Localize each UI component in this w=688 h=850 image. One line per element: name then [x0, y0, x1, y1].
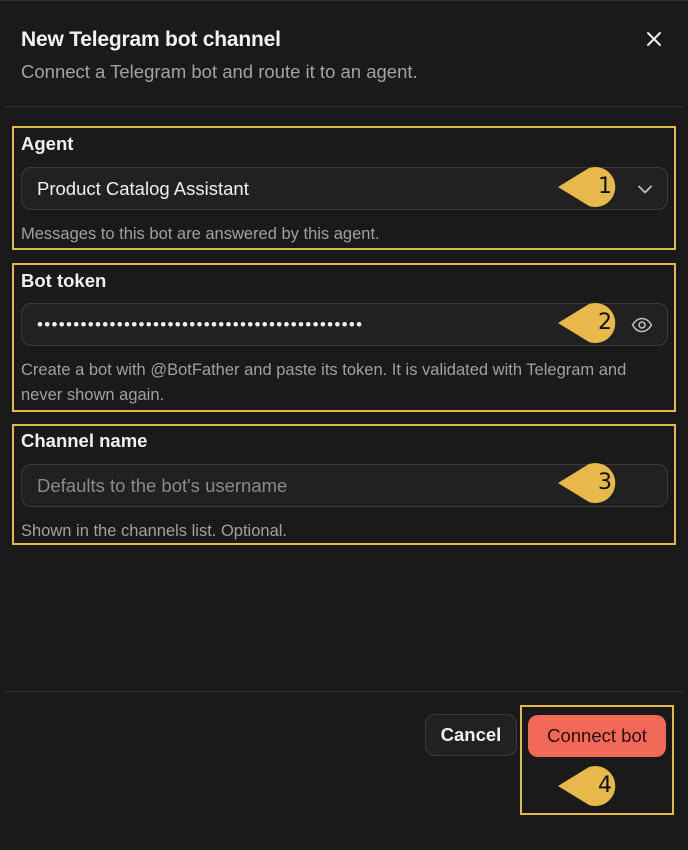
channel-name-label: Channel name — [21, 430, 148, 451]
channel-name-placeholder: Defaults to the bot's username — [37, 475, 288, 496]
callout-marker-2: 2 — [557, 300, 629, 346]
header-divider — [4, 106, 684, 107]
callout-marker-3-label: 3 — [598, 470, 612, 495]
chevron-down-icon — [633, 178, 657, 200]
close-icon — [647, 32, 661, 46]
channel-name-help-text: Shown in the channels list. Optional. — [21, 522, 287, 540]
eye-icon[interactable] — [630, 314, 654, 336]
bot-token-label: Bot token — [21, 270, 107, 291]
agent-label: Agent — [21, 133, 74, 154]
dialog: New Telegram bot channel Connect a Teleg… — [0, 0, 688, 850]
callout-marker-1-label: 1 — [598, 174, 612, 199]
callout-marker-1: 1 — [557, 164, 629, 210]
callout-marker-4: 4 — [557, 763, 629, 809]
agent-select-value: Product Catalog Assistant — [37, 178, 249, 199]
footer-divider — [4, 691, 684, 692]
callout-marker-2-label: 2 — [598, 310, 612, 335]
callout-marker-4-label: 4 — [598, 773, 612, 798]
connect-bot-button[interactable]: Connect bot — [528, 715, 666, 757]
bot-token-help-text: Create a bot with @BotFather and paste i… — [21, 361, 627, 404]
agent-help-text: Messages to this bot are answered by thi… — [21, 225, 380, 243]
close-button[interactable] — [640, 25, 668, 53]
dialog-subtitle: Connect a Telegram bot and route it to a… — [21, 61, 418, 82]
dialog-title: New Telegram bot channel — [21, 28, 281, 51]
callout-marker-3: 3 — [557, 460, 629, 506]
cancel-button[interactable]: Cancel — [425, 714, 517, 756]
bot-token-value: ••••••••••••••••••••••••••••••••••••••••… — [37, 315, 364, 334]
